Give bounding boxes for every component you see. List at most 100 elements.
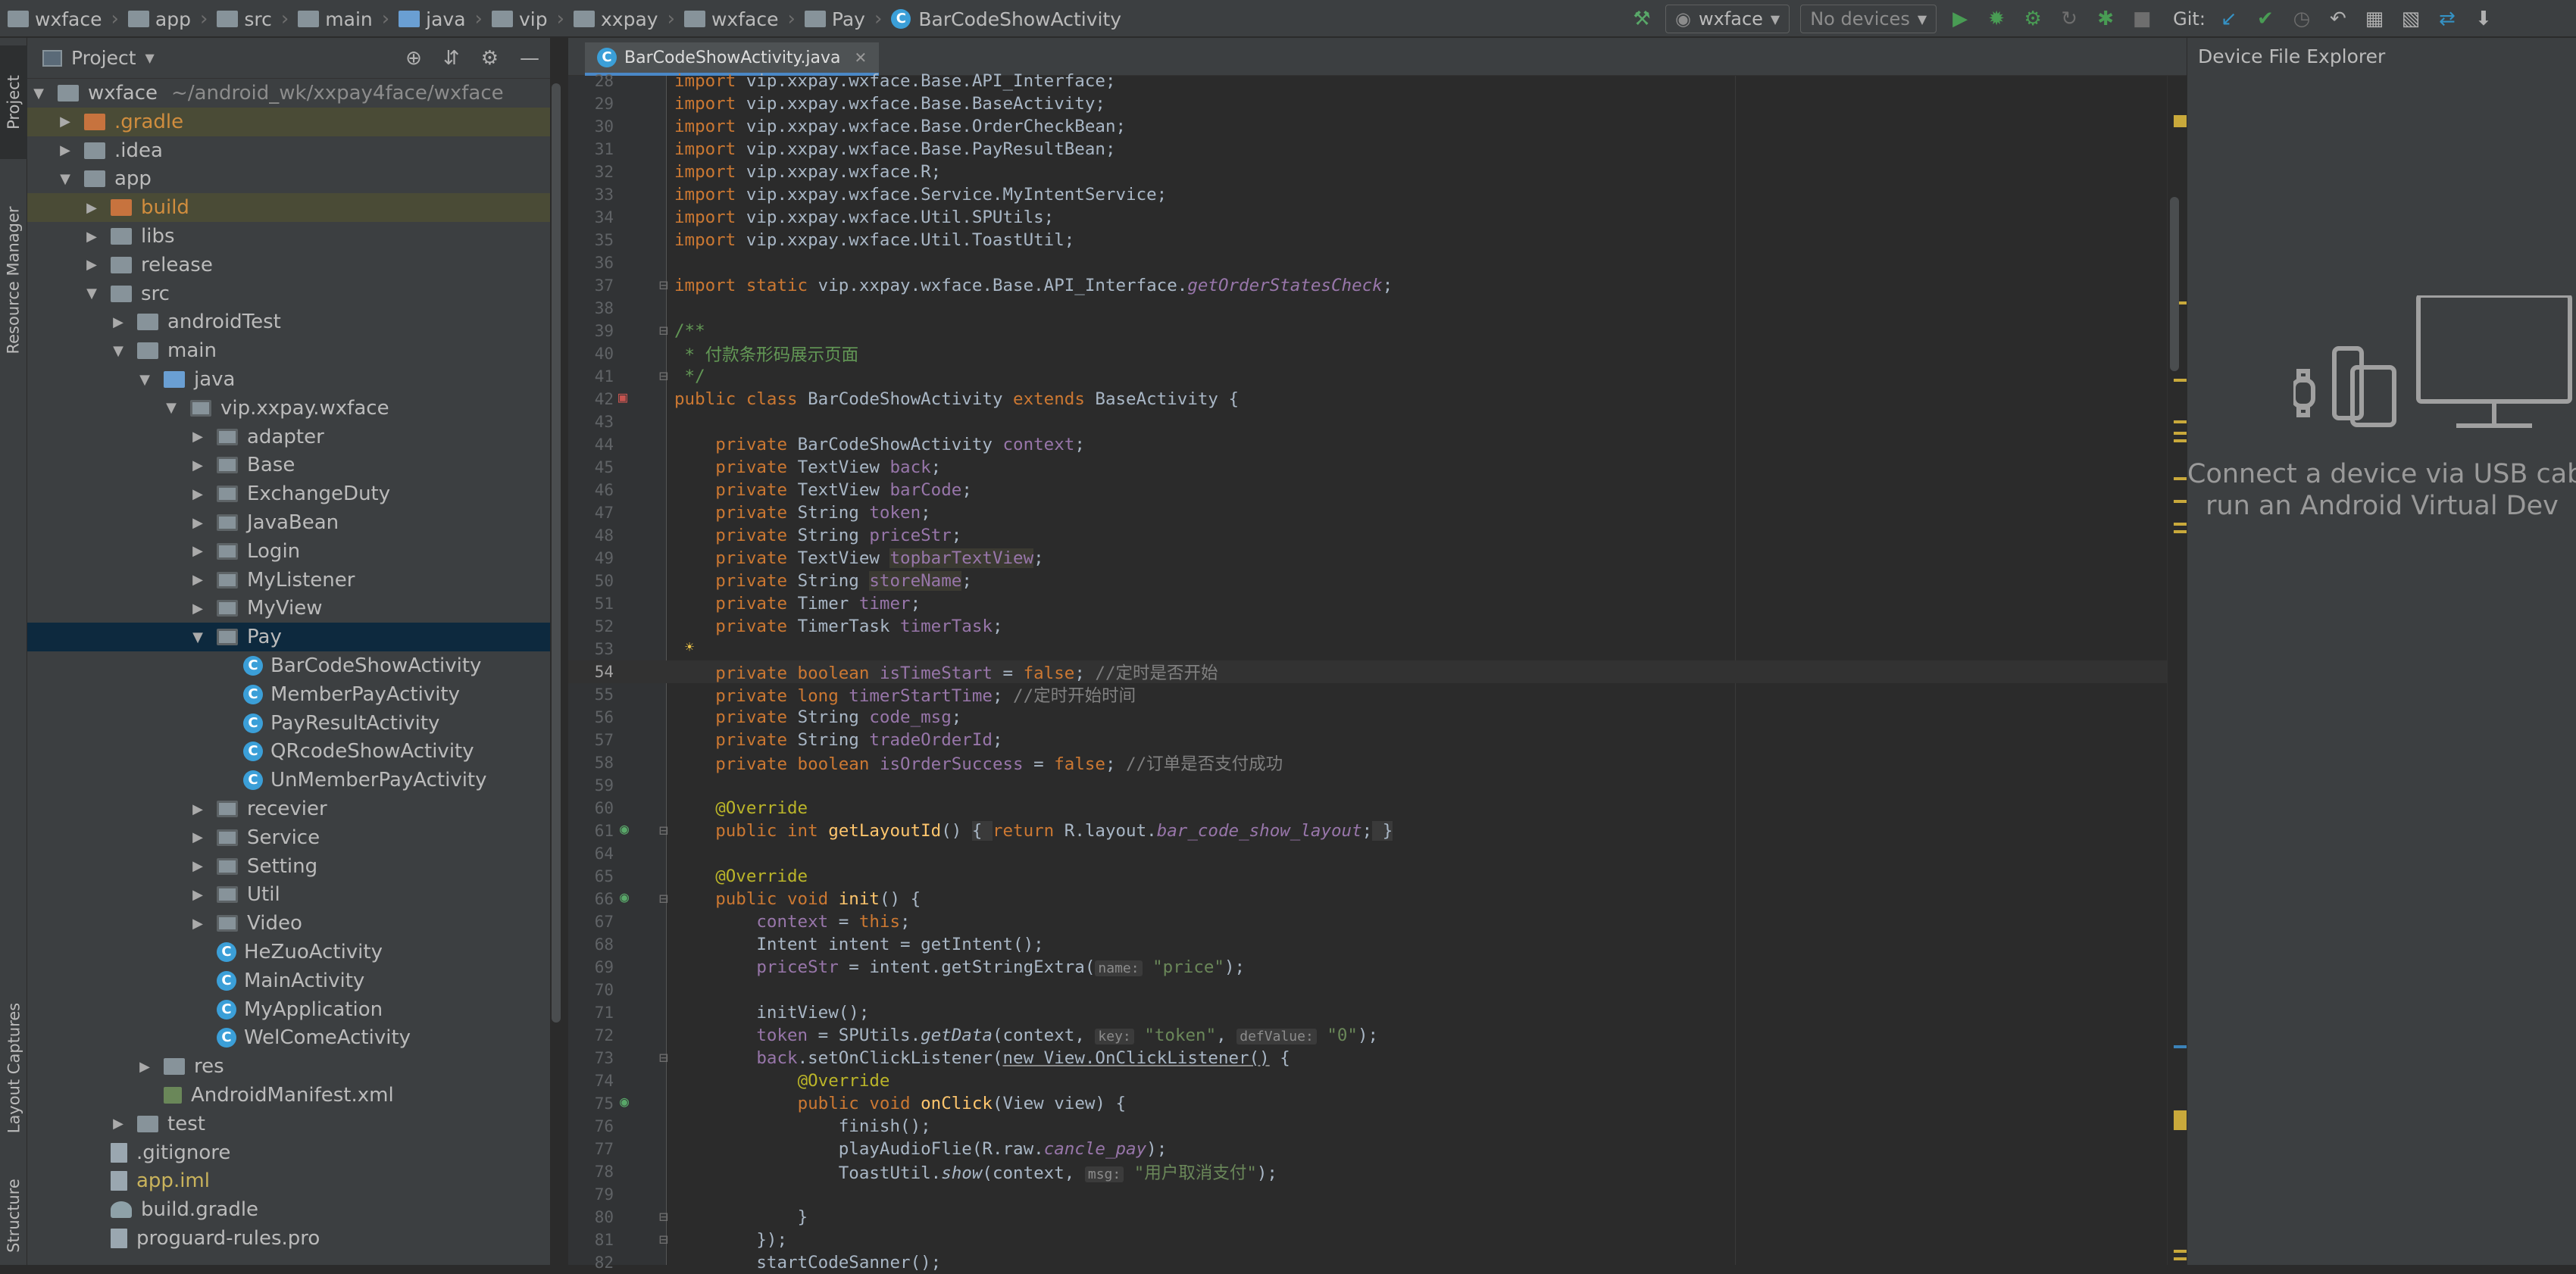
apply-changes-icon[interactable]: ↻ [2056, 6, 2082, 32]
expand-down-icon[interactable]: ▼ [163, 400, 180, 416]
warning-marker[interactable] [2174, 1257, 2187, 1260]
debug-icon[interactable]: ✹ [1984, 6, 2009, 32]
code-line[interactable]: 43 [568, 411, 2187, 433]
code-line[interactable]: 55 private long timerStartTime; //定时开始时间 [568, 683, 2187, 706]
code-line[interactable]: 75 public void onClick(View view) { [568, 1092, 2187, 1115]
code-line[interactable]: 73 back.setOnClickListener(new View.OnCl… [568, 1047, 2187, 1069]
warning-marker[interactable] [2174, 1250, 2187, 1253]
tree-item[interactable]: C MyApplication [27, 995, 550, 1024]
warning-marker[interactable] [2174, 115, 2187, 127]
breadcrumb-item[interactable]: Pay [804, 8, 865, 30]
tree-item[interactable]: ▶ Login [27, 537, 550, 566]
tree-item[interactable]: C HeZuoActivity [27, 938, 550, 966]
breadcrumb-item[interactable]: app [127, 8, 191, 30]
breadcrumb-item[interactable]: java [399, 8, 466, 30]
code-line[interactable]: 64 [568, 842, 2187, 865]
code-line[interactable]: 31 import vip.xxpay.wxface.Base.PayResult… [568, 138, 2187, 161]
code-line[interactable]: 35 import vip.xxpay.wxface.Util.ToastUtil… [568, 229, 2187, 251]
resource-manager-tool-tab[interactable]: Resource Manager [0, 167, 27, 394]
gear-icon[interactable]: ⚙ [481, 47, 499, 70]
fold-icon[interactable]: ⊟ [659, 889, 668, 907]
code-line[interactable]: 79 [568, 1183, 2187, 1206]
code-line[interactable]: 60 @Override [568, 797, 2187, 820]
code-line[interactable]: 47 private String token; [568, 501, 2187, 524]
code-line[interactable]: 30 import vip.xxpay.wxface.Base.OrderChec… [568, 115, 2187, 138]
code-area[interactable]: 28 import vip.xxpay.wxface.Base.API_Inter… [568, 71, 2187, 1272]
warning-marker[interactable] [2174, 432, 2187, 435]
tree-item[interactable]: ▼ app [27, 164, 550, 193]
tree-item[interactable]: ▶ MyListener [27, 566, 550, 595]
expand-right-icon[interactable]: ▶ [189, 486, 206, 502]
expand-down-icon[interactable]: ▼ [189, 629, 206, 645]
code-line[interactable]: 49 private TextView topbarTextView; [568, 547, 2187, 570]
git-update-icon[interactable]: ↙ [2216, 6, 2242, 32]
code-line[interactable]: 74 @Override [568, 1069, 2187, 1092]
expand-right-icon[interactable]: ▶ [110, 1116, 127, 1132]
fold-icon[interactable]: ⊟ [659, 321, 668, 339]
expand-down-icon[interactable]: ▼ [57, 171, 73, 187]
tree-item[interactable]: ▶ androidTest [27, 308, 550, 336]
stop-icon[interactable]: ■ [2129, 6, 2155, 32]
code-line[interactable]: 38 [568, 297, 2187, 320]
code-line[interactable]: 42 public class BarCodeShowActivity exten… [568, 388, 2187, 411]
tree-item[interactable]: ▶ Util [27, 880, 550, 909]
tree-item[interactable]: .gitignore [27, 1138, 550, 1167]
tree-item[interactable]: ▶ Video [27, 909, 550, 938]
code-line[interactable]: 36 [568, 251, 2187, 274]
build-hammer-icon[interactable]: ⚒ [1629, 6, 1655, 32]
close-icon[interactable]: ✕ [855, 48, 868, 67]
code-line[interactable]: 61 public int getLayoutId() { return R.l… [568, 820, 2187, 842]
tree-item[interactable]: C UnMemberPayActivity [27, 766, 550, 795]
tree-item[interactable]: C BarCodeShowActivity [27, 651, 550, 680]
project-tool-tab[interactable]: Project [0, 45, 27, 159]
tree-item[interactable]: ▶ build [27, 193, 550, 223]
tree-item[interactable]: ▶ recevier [27, 795, 550, 823]
tree-item[interactable]: C QRcodeShowActivity [27, 737, 550, 766]
tree-item[interactable]: C PayResultActivity [27, 709, 550, 738]
tree-item[interactable]: ▶ MyView [27, 594, 550, 623]
tree-item[interactable]: ▶ res [27, 1052, 550, 1081]
expand-right-icon[interactable]: ▶ [189, 887, 206, 903]
code-line[interactable]: 82 startCodeSanner(); [568, 1251, 2187, 1274]
code-line[interactable]: 67 context = this; [568, 910, 2187, 933]
attach-debugger-icon[interactable]: ✱ [2093, 6, 2118, 32]
breadcrumb-item[interactable]: vip [491, 8, 548, 30]
expand-right-icon[interactable]: ▶ [189, 601, 206, 617]
warning-marker[interactable] [2174, 530, 2187, 533]
code-line[interactable]: 57 private String tradeOrderId; [568, 729, 2187, 751]
breadcrumb-item[interactable]: src [217, 8, 272, 30]
git-commit-icon[interactable]: ✔ [2252, 6, 2278, 32]
tree-item[interactable]: ▶ ExchangeDuty [27, 479, 550, 508]
hide-panel-icon[interactable]: — [520, 47, 539, 70]
tree-item[interactable]: ▶ JavaBean [27, 508, 550, 537]
code-line[interactable]: 58 private boolean isOrderSuccess = fals… [568, 751, 2187, 774]
tree-item[interactable]: ▶ Base [27, 451, 550, 479]
expand-right-icon[interactable]: ▶ [189, 858, 206, 874]
expand-down-icon[interactable]: ▼ [136, 372, 153, 388]
code-line[interactable]: 72 token = SPUtils.getData(context, key:… [568, 1024, 2187, 1047]
warning-marker[interactable] [2174, 523, 2187, 526]
code-line[interactable]: 52 private TimerTask timerTask; [568, 615, 2187, 638]
layout-captures-tool-tab[interactable]: Layout Captures [0, 977, 27, 1159]
tree-item[interactable]: C WelComeActivity [27, 1023, 550, 1052]
expand-right-icon[interactable]: ▶ [189, 515, 206, 531]
warning-marker[interactable] [2174, 477, 2187, 480]
code-line[interactable]: 56 private String code_msg; [568, 706, 2187, 729]
code-line[interactable]: 70 [568, 979, 2187, 1001]
tree-item[interactable]: ▶ Service [27, 823, 550, 852]
code-line[interactable]: 76 finish(); [568, 1115, 2187, 1138]
profile-icon[interactable]: ⚙ [2020, 6, 2046, 32]
expand-right-icon[interactable]: ▶ [83, 200, 100, 216]
expand-right-icon[interactable]: ▶ [189, 543, 206, 559]
run-icon[interactable]: ▶ [1947, 6, 1973, 32]
project-scrollbar[interactable] [552, 83, 561, 1023]
tree-item[interactable]: ▼ Pay [27, 623, 550, 652]
code-line[interactable]: 80 } [568, 1206, 2187, 1229]
breadcrumb-item[interactable]: wxface [8, 8, 102, 30]
warning-marker[interactable] [2174, 1110, 2187, 1130]
device-select[interactable]: No devices ▼ [1800, 5, 1937, 33]
git-history-icon[interactable]: ◷ [2289, 6, 2315, 32]
tree-item[interactable]: ▼ java [27, 365, 550, 394]
code-line[interactable]: 66 public void init() { [568, 888, 2187, 910]
locate-target-icon[interactable]: ⊕ [405, 47, 422, 70]
